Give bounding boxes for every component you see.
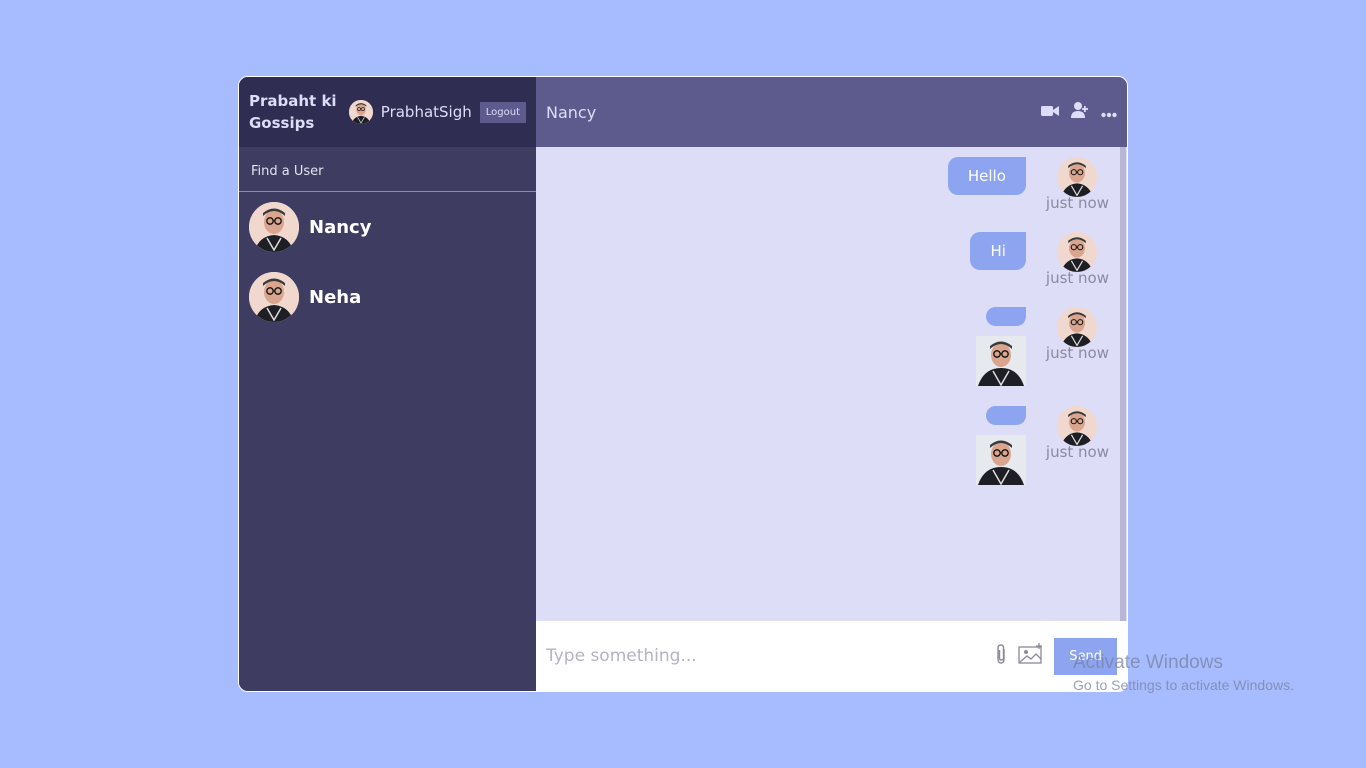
send-area: Send xyxy=(994,637,1117,675)
message-info: just now xyxy=(1046,157,1109,212)
message-info: just now xyxy=(1046,307,1109,386)
chat-header-icons xyxy=(1041,101,1117,123)
message-bubble: Hi xyxy=(970,232,1026,270)
chat-title: Nancy xyxy=(546,102,597,122)
message-content: Hello xyxy=(947,157,1026,212)
chat-panel: Nancy just now Hello just now Hi just no… xyxy=(536,77,1127,691)
avatar xyxy=(1057,307,1098,347)
avatar xyxy=(1057,406,1098,446)
video-camera-icon[interactable] xyxy=(1041,103,1059,122)
add-user-icon[interactable] xyxy=(1071,101,1089,123)
message: just now xyxy=(546,406,1117,485)
messages-scrollbar[interactable] xyxy=(1120,147,1126,621)
messages-area: just now Hello just now Hi just now just… xyxy=(536,147,1127,621)
message-content xyxy=(975,307,1026,386)
avatar xyxy=(1057,157,1098,197)
message: just now Hello xyxy=(546,157,1117,212)
user-search xyxy=(239,147,536,192)
more-icon[interactable] xyxy=(1101,103,1117,122)
message-info: just now xyxy=(1046,406,1109,485)
message-info: just now xyxy=(1046,232,1109,287)
avatar xyxy=(1057,232,1098,272)
sidebar-navbar: Prabaht ki Gossips PrabhatSigh Logout xyxy=(239,77,536,147)
chat-app-window: Prabaht ki Gossips PrabhatSigh Logout Na… xyxy=(238,76,1128,692)
search-input[interactable] xyxy=(251,164,524,179)
chat-header: Nancy xyxy=(536,77,1127,147)
image-icon[interactable] xyxy=(1018,643,1044,669)
current-user-name: PrabhatSigh xyxy=(380,103,472,121)
message-input-bar: Send xyxy=(536,621,1127,691)
message-image[interactable] xyxy=(975,336,1026,386)
message-image[interactable] xyxy=(975,435,1026,485)
message: just now Hi xyxy=(546,232,1117,287)
current-user: PrabhatSigh Logout xyxy=(348,100,526,124)
avatar xyxy=(249,272,299,322)
chat-item-name: Neha xyxy=(309,286,362,308)
message-input[interactable] xyxy=(546,646,995,666)
message-bubble: Hello xyxy=(947,157,1026,195)
message-bubble xyxy=(985,406,1026,425)
current-user-avatar xyxy=(348,100,373,124)
message-content: Hi xyxy=(970,232,1026,287)
chat-item-name: Nancy xyxy=(309,216,372,238)
logout-button[interactable]: Logout xyxy=(479,101,526,123)
app-logo: Prabaht ki Gossips xyxy=(249,92,337,132)
message-content xyxy=(975,406,1026,485)
chat-item-neha[interactable]: Neha xyxy=(239,262,536,332)
message-bubble xyxy=(985,307,1026,326)
attach-icon[interactable] xyxy=(994,643,1008,669)
message: just now xyxy=(546,307,1117,386)
avatar xyxy=(249,202,299,252)
chat-item-nancy[interactable]: Nancy xyxy=(239,192,536,262)
sidebar: Prabaht ki Gossips PrabhatSigh Logout Na… xyxy=(239,77,536,691)
send-button[interactable]: Send xyxy=(1054,637,1117,675)
